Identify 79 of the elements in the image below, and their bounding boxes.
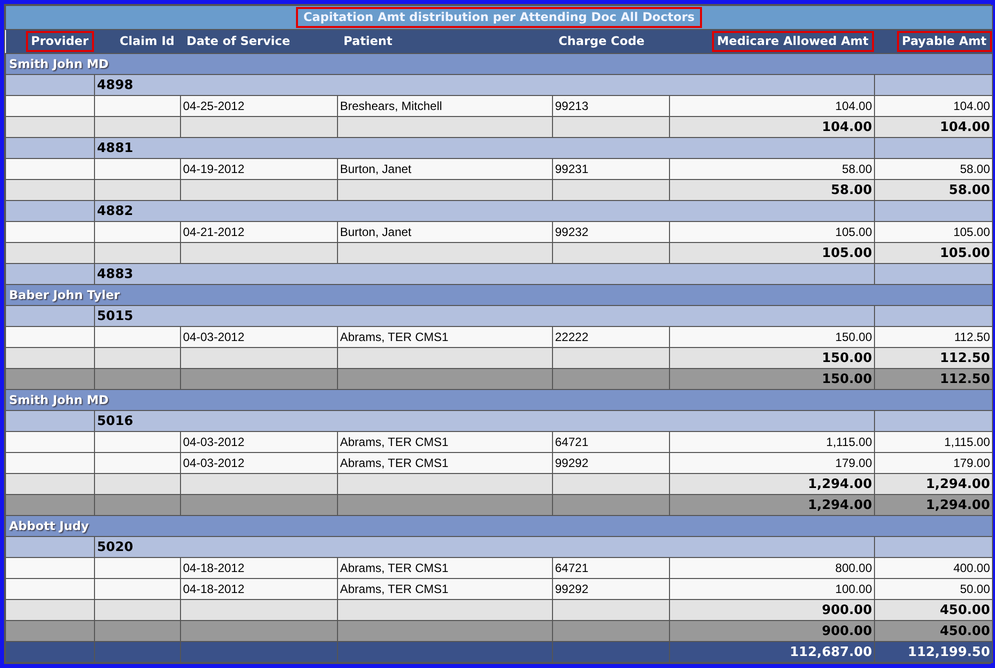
allowed-total: 1,294.00	[808, 498, 872, 512]
column-header: Charge Code	[558, 33, 646, 50]
allowed-total: 1,294.00	[808, 476, 872, 492]
service-date: 04-03-2012	[183, 434, 244, 448]
claim-id: 5020	[97, 540, 134, 554]
payable-total: 1,294.00	[926, 476, 990, 492]
payable-amount: 105.00	[953, 224, 990, 238]
charge-code: 99213	[555, 98, 588, 112]
report-title: Capitation Amt distribution per Attending Doc All Doctors	[296, 7, 702, 28]
service-date: 04-18-2012	[183, 582, 244, 596]
charge-code: 99292	[555, 456, 588, 470]
allowed-amount: 1,115.00	[826, 434, 872, 448]
payable-total: 58.00	[948, 182, 990, 198]
payable-amount: 112.50	[954, 330, 990, 344]
allowed-amount: 105.00	[835, 224, 872, 238]
service-date: 04-19-2012	[183, 162, 244, 176]
patient-name: Abrams, TER CMS1	[340, 330, 448, 344]
provider-name: Smith John MD	[9, 56, 109, 70]
service-date: 04-25-2012	[183, 98, 244, 112]
column-header: Patient	[342, 33, 394, 50]
charge-code: 99232	[555, 224, 588, 238]
payable-total: 112,199.50	[908, 644, 990, 660]
payable-total: 1,294.00	[926, 498, 990, 512]
allowed-amount: 179.00	[835, 456, 872, 470]
payable-amount: 50.00	[960, 582, 990, 596]
allowed-total: 112,687.00	[790, 644, 872, 660]
charge-code: 64721	[555, 560, 588, 574]
service-date: 04-21-2012	[183, 224, 244, 238]
charge-code: 22222	[555, 330, 588, 344]
column-header: Claim Id	[118, 33, 176, 50]
allowed-amount: 104.00	[835, 98, 872, 112]
claim-id: 5015	[97, 308, 134, 324]
allowed-total: 150.00	[822, 372, 872, 386]
patient-name: Burton, Janet	[340, 162, 412, 176]
patient-name: Breshears, Mitchell	[340, 98, 442, 112]
allowed-amount: 800.00	[835, 560, 872, 574]
patient-name: Abrams, TER CMS1	[340, 456, 448, 470]
payable-total: 104.00	[940, 120, 990, 134]
charge-code: 64721	[555, 434, 588, 448]
payable-amount: 400.00	[953, 560, 990, 574]
provider-name: Smith John MD	[9, 392, 109, 406]
provider-name: Abbott Judy	[9, 518, 89, 532]
patient-name: Abrams, TER CMS1	[340, 434, 448, 448]
allowed-amount: 100.00	[835, 582, 872, 596]
patient-name: Abrams, TER CMS1	[340, 560, 448, 574]
payable-total: 112.50	[940, 372, 990, 386]
patient-name: Burton, Janet	[340, 224, 412, 238]
allowed-total: 58.00	[830, 182, 872, 198]
claim-id: 5016	[97, 414, 134, 428]
allowed-total: 900.00	[822, 602, 872, 618]
column-header: Date of Service	[186, 33, 292, 50]
payable-total: 112.50	[940, 350, 990, 366]
charge-code: 99231	[555, 162, 588, 176]
payable-amount: 58.00	[960, 162, 990, 176]
allowed-amount: 58.00	[842, 162, 872, 176]
allowed-amount: 150.00	[835, 330, 872, 344]
service-date: 04-18-2012	[183, 560, 244, 574]
payable-amount: 1,115.00	[944, 434, 990, 448]
column-header: Provider	[26, 31, 94, 52]
payable-total: 450.00	[940, 624, 990, 638]
allowed-total: 150.00	[822, 350, 872, 366]
allowed-total: 900.00	[822, 624, 872, 638]
payable-total: 105.00	[940, 246, 990, 260]
claim-id: 4881	[97, 140, 134, 156]
column-header: Medicare Allowed Amt	[712, 31, 874, 52]
service-date: 04-03-2012	[183, 330, 244, 344]
claim-id: 4898	[97, 78, 134, 92]
column-header: Payable Amt	[896, 31, 992, 52]
allowed-total: 104.00	[822, 120, 872, 134]
provider-name: Baber John Tyler	[9, 288, 120, 302]
service-date: 04-03-2012	[183, 456, 244, 470]
claim-id: 4883	[97, 266, 134, 282]
payable-amount: 104.00	[953, 98, 990, 112]
payable-amount: 179.00	[953, 456, 990, 470]
payable-total: 450.00	[940, 602, 990, 618]
patient-name: Abrams, TER CMS1	[340, 582, 448, 596]
claim-id: 4882	[97, 204, 134, 218]
charge-code: 99292	[555, 582, 588, 596]
allowed-total: 105.00	[822, 246, 872, 260]
